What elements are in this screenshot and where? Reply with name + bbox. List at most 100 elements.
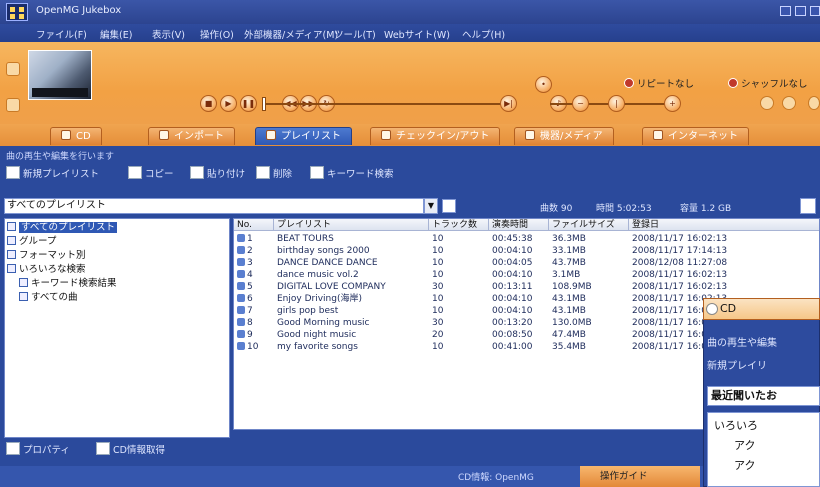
table-row[interactable]: 5 DIGITAL LOVE COMPANY 30 00:13:11 108.9MB 20… — [234, 281, 819, 293]
col-no[interactable]: No. — [234, 219, 274, 231]
table-cell: 2008/11/17 17:14:13 — [632, 246, 728, 256]
seek-thumb[interactable] — [262, 97, 266, 111]
menu-view[interactable]: 表示(V) — [152, 27, 185, 41]
tree-item-keyword-results[interactable]: キーワード検索結果 — [19, 278, 117, 290]
col-duration[interactable]: 演奏時間 — [489, 219, 549, 231]
info-button[interactable]: • — [535, 76, 552, 93]
chevron-down-icon[interactable]: ▼ — [424, 198, 438, 214]
table-cell: 4 — [234, 269, 277, 281]
tab-device-media[interactable]: 機器/メディア — [514, 127, 614, 145]
table-row[interactable]: 2 birthday songs 2000 10 00:04:10 33.1MB 2008… — [234, 245, 819, 257]
menu-edit[interactable]: 編集(E) — [100, 27, 132, 41]
table-cell: 30 — [432, 282, 444, 292]
properties-button[interactable]: プロパティ — [6, 442, 70, 456]
table-cell: 108.9MB — [552, 282, 592, 292]
tree-item-all-songs[interactable]: すべての曲 — [19, 292, 77, 304]
app-logo-icon — [6, 3, 28, 21]
overlay-tree-item[interactable]: アク — [734, 457, 755, 473]
volume-thumb[interactable]: | — [608, 95, 625, 112]
table-cell: birthday songs 2000 — [277, 246, 370, 256]
cd-info-button[interactable]: CD情報取得 — [96, 442, 165, 456]
shuffle-option[interactable]: シャッフルなし — [728, 76, 808, 90]
table-cell: 8 — [234, 317, 277, 329]
globe-icon — [653, 130, 663, 140]
menu-website[interactable]: Webサイト(W) — [384, 27, 450, 41]
table-cell: 6 — [234, 293, 277, 305]
keyword-search-button[interactable]: キーワード検索 — [310, 166, 394, 180]
overlay-combo[interactable]: 最近聞いたお — [707, 386, 820, 406]
col-tracks[interactable]: トラック数 — [429, 219, 489, 231]
tab-internet[interactable]: インターネット — [642, 127, 749, 145]
table-cell: 7 — [234, 305, 277, 317]
copy-button[interactable]: コピー — [128, 166, 174, 180]
tab-bar: CD インポート プレイリスト チェックイン/アウト 機器/メディア インターネ… — [0, 124, 820, 146]
operation-guide-tab[interactable]: 操作ガイド — [580, 466, 700, 487]
menu-bar: ファイル(F) 編集(E) 表示(V) 操作(O) 外部機器/メディア(M) ツ… — [0, 24, 820, 42]
tab-import[interactable]: インポート — [148, 127, 235, 145]
table-cell: 10 — [432, 342, 444, 352]
tree-item-group[interactable]: グループ — [7, 236, 56, 248]
tree-item-search[interactable]: いろいろな検索 — [7, 264, 86, 276]
overlay-tab-cd[interactable]: CD — [703, 298, 820, 320]
tree-item-all-playlists[interactable]: すべてのプレイリスト — [7, 222, 117, 234]
table-cell: 10 — [432, 294, 444, 304]
settings-gear-icon[interactable] — [782, 96, 796, 110]
tab-checkin-out[interactable]: チェックイン/アウト — [370, 127, 501, 145]
table-cell: 10 — [432, 258, 444, 268]
visualizer-button[interactable] — [6, 98, 20, 112]
detail-view-icon[interactable] — [800, 198, 816, 214]
list-view-icon[interactable] — [442, 199, 456, 213]
panel-hint: 曲の再生や編集を行います — [6, 152, 115, 162]
menu-tools[interactable]: ツール(T) — [334, 27, 376, 41]
table-cell: 2008/11/17 16:02:13 — [632, 234, 728, 244]
menu-operation[interactable]: 操作(O) — [200, 27, 234, 41]
playlist-icon — [237, 234, 245, 242]
table-cell: DANCE DANCE DANCE — [277, 258, 378, 268]
maximize-button[interactable] — [795, 6, 806, 16]
playlist-select[interactable]: すべてのプレイリスト — [4, 198, 424, 214]
table-row[interactable]: 4 dance music vol.2 10 00:04:10 3.1MB 2008/11… — [234, 269, 819, 281]
table-cell: 20 — [432, 330, 444, 340]
tree-item-format[interactable]: フォーマット別 — [7, 250, 86, 262]
delete-button[interactable]: 削除 — [256, 166, 292, 180]
paste-button[interactable]: 貼り付け — [190, 166, 245, 180]
col-playlist[interactable]: プレイリスト — [274, 219, 429, 231]
seek-bar[interactable] — [262, 103, 507, 105]
menu-file[interactable]: ファイル(F) — [36, 27, 87, 41]
table-cell: 10 — [432, 234, 444, 244]
table-cell: 10 — [432, 246, 444, 256]
overlay-tree-item[interactable]: いろいろ — [714, 417, 758, 433]
seek-end-button[interactable]: ▶| — [500, 95, 517, 112]
tab-playlist[interactable]: プレイリスト — [255, 127, 352, 145]
volume-down-button[interactable]: − — [572, 95, 589, 112]
extra-button[interactable] — [808, 96, 820, 110]
player-panel — [0, 42, 820, 124]
playlist-icon — [266, 130, 276, 140]
eq-button[interactable] — [760, 96, 774, 110]
play-button[interactable]: ▶ — [220, 95, 237, 112]
total-time: 時間 5:02:53 — [596, 204, 652, 214]
pause-button[interactable]: ❚❚ — [240, 95, 257, 112]
table-cell: 5 — [234, 281, 277, 293]
close-button[interactable] — [810, 6, 820, 16]
table-row[interactable]: 1 BEAT TOURS 10 00:45:38 36.3MB 2008/11/17 16… — [234, 233, 819, 245]
table-cell: 35.4MB — [552, 342, 586, 352]
col-date[interactable]: 登録日 — [629, 219, 819, 231]
new-playlist-button[interactable]: 新規プレイリスト — [6, 166, 99, 180]
tab-cd[interactable]: CD — [50, 127, 102, 145]
overlay-tree-item[interactable]: アク — [734, 437, 755, 453]
menu-help[interactable]: ヘルプ(H) — [462, 27, 505, 41]
cd-info-icon — [96, 442, 110, 455]
import-icon — [159, 130, 169, 140]
volume-up-button[interactable]: + — [664, 95, 681, 112]
table-cell: 10 — [432, 306, 444, 316]
repeat-option[interactable]: リピートなし — [624, 76, 694, 90]
stop-button[interactable]: ■ — [200, 95, 217, 112]
mini-mode-button[interactable] — [6, 62, 20, 76]
folder-icon — [7, 250, 16, 259]
table-row[interactable]: 3 DANCE DANCE DANCE 10 00:04:05 43.7MB 2008/1… — [234, 257, 819, 269]
overlay-new-playlist[interactable]: 新規プレイリ — [707, 357, 767, 372]
minimize-button[interactable] — [780, 6, 791, 16]
col-filesize[interactable]: ファイルサイズ — [549, 219, 629, 231]
menu-device[interactable]: 外部機器/メディア(M) — [244, 27, 338, 41]
